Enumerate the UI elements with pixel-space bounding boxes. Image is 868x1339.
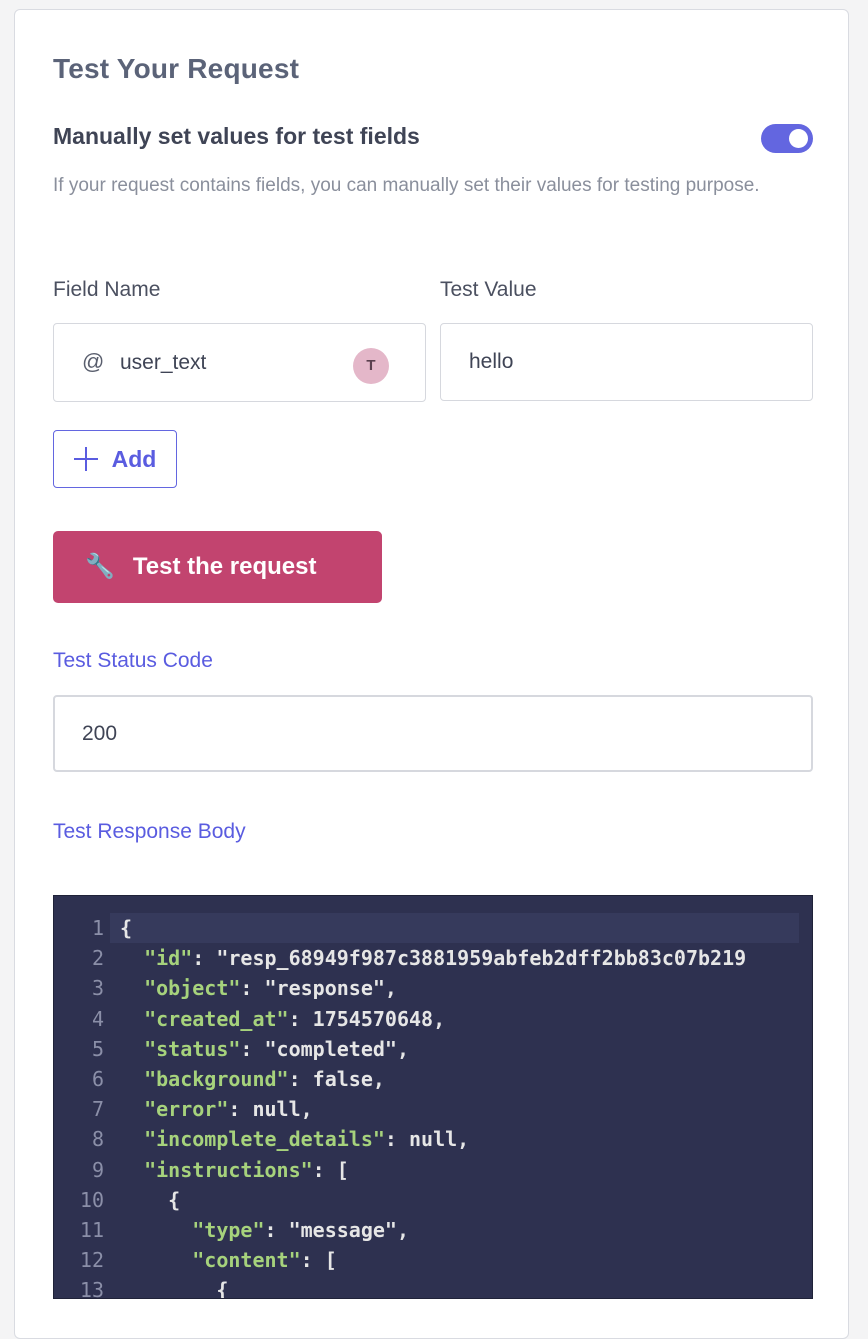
line-number: 10 [79,1187,104,1212]
manual-values-toggle[interactable] [761,124,813,153]
line-number: 3 [91,976,104,1001]
at-icon: @ [82,349,105,374]
code-line: 7 "error": null, [54,1094,799,1124]
code-line: 6 "background": false, [54,1064,799,1094]
line-code: "object": "response", [144,976,397,1001]
line-code: { [120,1278,229,1299]
code-line: 8 "incomplete_details": null, [54,1124,799,1154]
status-code-label: Test Status Code [53,649,213,672]
line-number: 7 [91,1097,104,1122]
code-line: 11 "type": "message", [54,1215,799,1245]
line-number: 8 [91,1127,104,1152]
line-number: 1 [91,916,104,940]
line-code: "error": null, [144,1097,313,1122]
line-code: "id": "resp_68949f987c3881959abfeb2dff2b… [144,946,747,971]
code-line: 5 "status": "completed", [54,1034,799,1064]
test-value-input[interactable] [440,323,813,401]
line-number: 11 [79,1218,104,1242]
test-request-button[interactable]: 🔧 Test the request [53,531,382,603]
line-number: 5 [91,1036,104,1061]
line-number: 6 [91,1067,104,1091]
response-body-label: Test Response Body [53,820,246,843]
line-code: "incomplete_details": null, [144,1127,470,1152]
line-number: 12 [79,1248,104,1273]
code-line: 4 "created_at": 1754570648, [54,1004,799,1034]
toggle-knob [789,129,808,148]
add-field-button[interactable]: Add [53,430,177,488]
plus-icon [73,447,98,471]
text-type-badge: T [353,348,389,384]
line-code: { [120,916,133,940]
response-body-editor[interactable]: 1{2 "id": "resp_68949f987c3881959abfeb2d… [53,895,813,1299]
manual-values-title: Manually set values for test fields [53,123,420,149]
code-line: 13 { [54,1275,799,1299]
test-value-header: Test Value [440,278,537,301]
line-code: "type": "message", [192,1218,409,1242]
test-button-label: Test the request [132,553,317,580]
field-name-box[interactable]: @ user_text T [53,323,426,402]
code-line: 9 "instructions": [ [54,1155,799,1185]
field-name-header: Field Name [53,278,161,301]
code-line: 12 "content": [ [54,1245,799,1275]
code-line: 3 "object": "response", [54,973,799,1003]
code-line: 10 { [54,1185,799,1215]
test-request-panel: Test Your Request Manually set values fo… [14,9,849,1339]
code-line: 2 "id": "resp_68949f987c3881959abfeb2dff… [54,943,799,973]
status-code-field[interactable] [53,695,813,772]
field-name-text: user_text [120,351,207,374]
page-title: Test Your Request [53,53,300,84]
line-number: 9 [91,1157,104,1182]
line-code: "instructions": [ [144,1157,349,1182]
line-number: 4 [91,1006,104,1031]
line-code: "status": "completed", [144,1036,410,1061]
line-code: "background": false, [144,1067,385,1091]
line-code: "created_at": 1754570648, [144,1006,446,1031]
code-line: 1{ [54,913,799,943]
line-number: 2 [91,946,104,971]
wrench-icon: 🔧 [85,553,115,580]
manual-values-helper: If your request contains fields, you can… [53,175,760,196]
add-button-label: Add [111,445,157,472]
line-number: 13 [79,1278,104,1299]
line-code: "content": [ [192,1248,337,1273]
line-code: { [120,1187,181,1212]
